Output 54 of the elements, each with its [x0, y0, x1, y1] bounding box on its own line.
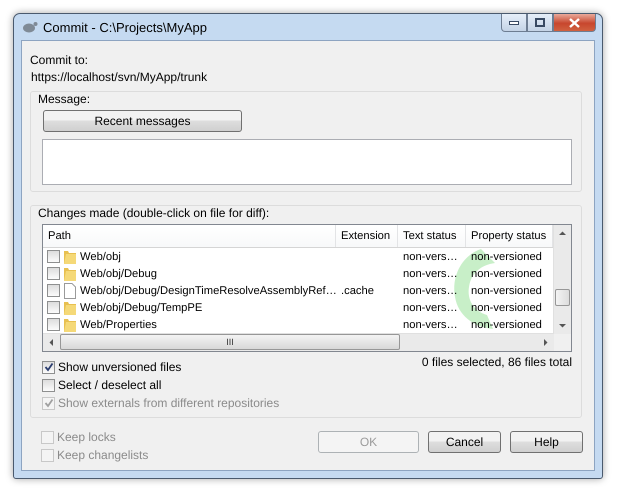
message-label: Message:: [38, 92, 92, 106]
text-status: non-vers…: [402, 284, 459, 296]
property-status: non-versioned: [470, 318, 543, 330]
text-status: non-vers…: [402, 302, 459, 314]
window-title: Commit - C:\Projects\MyApp: [43, 20, 207, 34]
column-header[interactable]: Text status: [398, 225, 466, 247]
file-path: Web/Properties: [80, 318, 157, 330]
scroll-grip: III: [226, 336, 234, 349]
checkbox-label: Show unversioned files: [58, 360, 182, 374]
column-header[interactable]: Path: [43, 225, 336, 247]
file-path: Web/obj/Debug/DesignTimeResolveAssemblyRef…: [80, 284, 336, 296]
cancel-button[interactable]: Cancel: [428, 431, 501, 453]
commit-to-label: Commit to:: [30, 53, 90, 67]
checkbox-label: Keep locks: [57, 430, 116, 444]
repository-url: https://localhost/svn/MyApp/trunk: [31, 70, 208, 84]
minimize-button[interactable]: [501, 14, 527, 32]
scroll-thumb[interactable]: III: [60, 334, 400, 350]
maximize-button[interactable]: [527, 14, 553, 32]
text-status: non-vers…: [402, 318, 459, 330]
text-status: non-vers…: [402, 250, 459, 262]
property-status: non-versioned: [470, 268, 543, 280]
turtle-icon: [22, 20, 38, 34]
checkbox[interactable]: [47, 318, 60, 331]
recent-messages-button[interactable]: Recent messages: [43, 110, 242, 132]
checkbox-label: Keep changelists: [57, 448, 148, 462]
property-status: non-versioned: [470, 250, 543, 262]
file-path: Web/obj/Debug: [80, 268, 157, 280]
checkbox[interactable]: [47, 250, 60, 263]
file-path: Web/obj/Debug/TempPE: [80, 302, 202, 314]
horizontal-scrollbar[interactable]: III: [43, 333, 554, 351]
close-icon: [569, 18, 580, 28]
message-field[interactable]: [42, 139, 572, 185]
checkbox[interactable]: [42, 360, 55, 374]
help-button[interactable]: Help: [510, 431, 583, 453]
maximize-icon: [535, 18, 545, 27]
minimize-icon: [509, 20, 519, 24]
checkbox[interactable]: [47, 267, 60, 280]
scrollbar-corner: [554, 334, 571, 351]
checkbox[interactable]: [47, 284, 60, 297]
scroll-thumb[interactable]: [555, 289, 570, 306]
checkbox-label: Show externals from different repositories: [58, 396, 280, 410]
checkbox[interactable]: [42, 378, 55, 392]
text-status: non-vers…: [402, 268, 459, 280]
file-extension: .cache: [340, 284, 375, 296]
file-count-summary: 0 files selected, 86 files total: [422, 355, 572, 369]
column-header[interactable]: Extension: [336, 225, 398, 247]
file-path: Web/obj: [80, 250, 121, 262]
changes-label: Changes made (double-click on file for diff):: [38, 206, 270, 220]
checkbox[interactable]: [47, 301, 60, 314]
close-button[interactable]: [553, 14, 596, 32]
property-status: non-versioned: [470, 302, 543, 314]
vertical-scrollbar[interactable]: [553, 225, 571, 334]
property-status: non-versioned: [470, 284, 543, 296]
checkbox-label: Select / deselect all: [58, 378, 162, 392]
